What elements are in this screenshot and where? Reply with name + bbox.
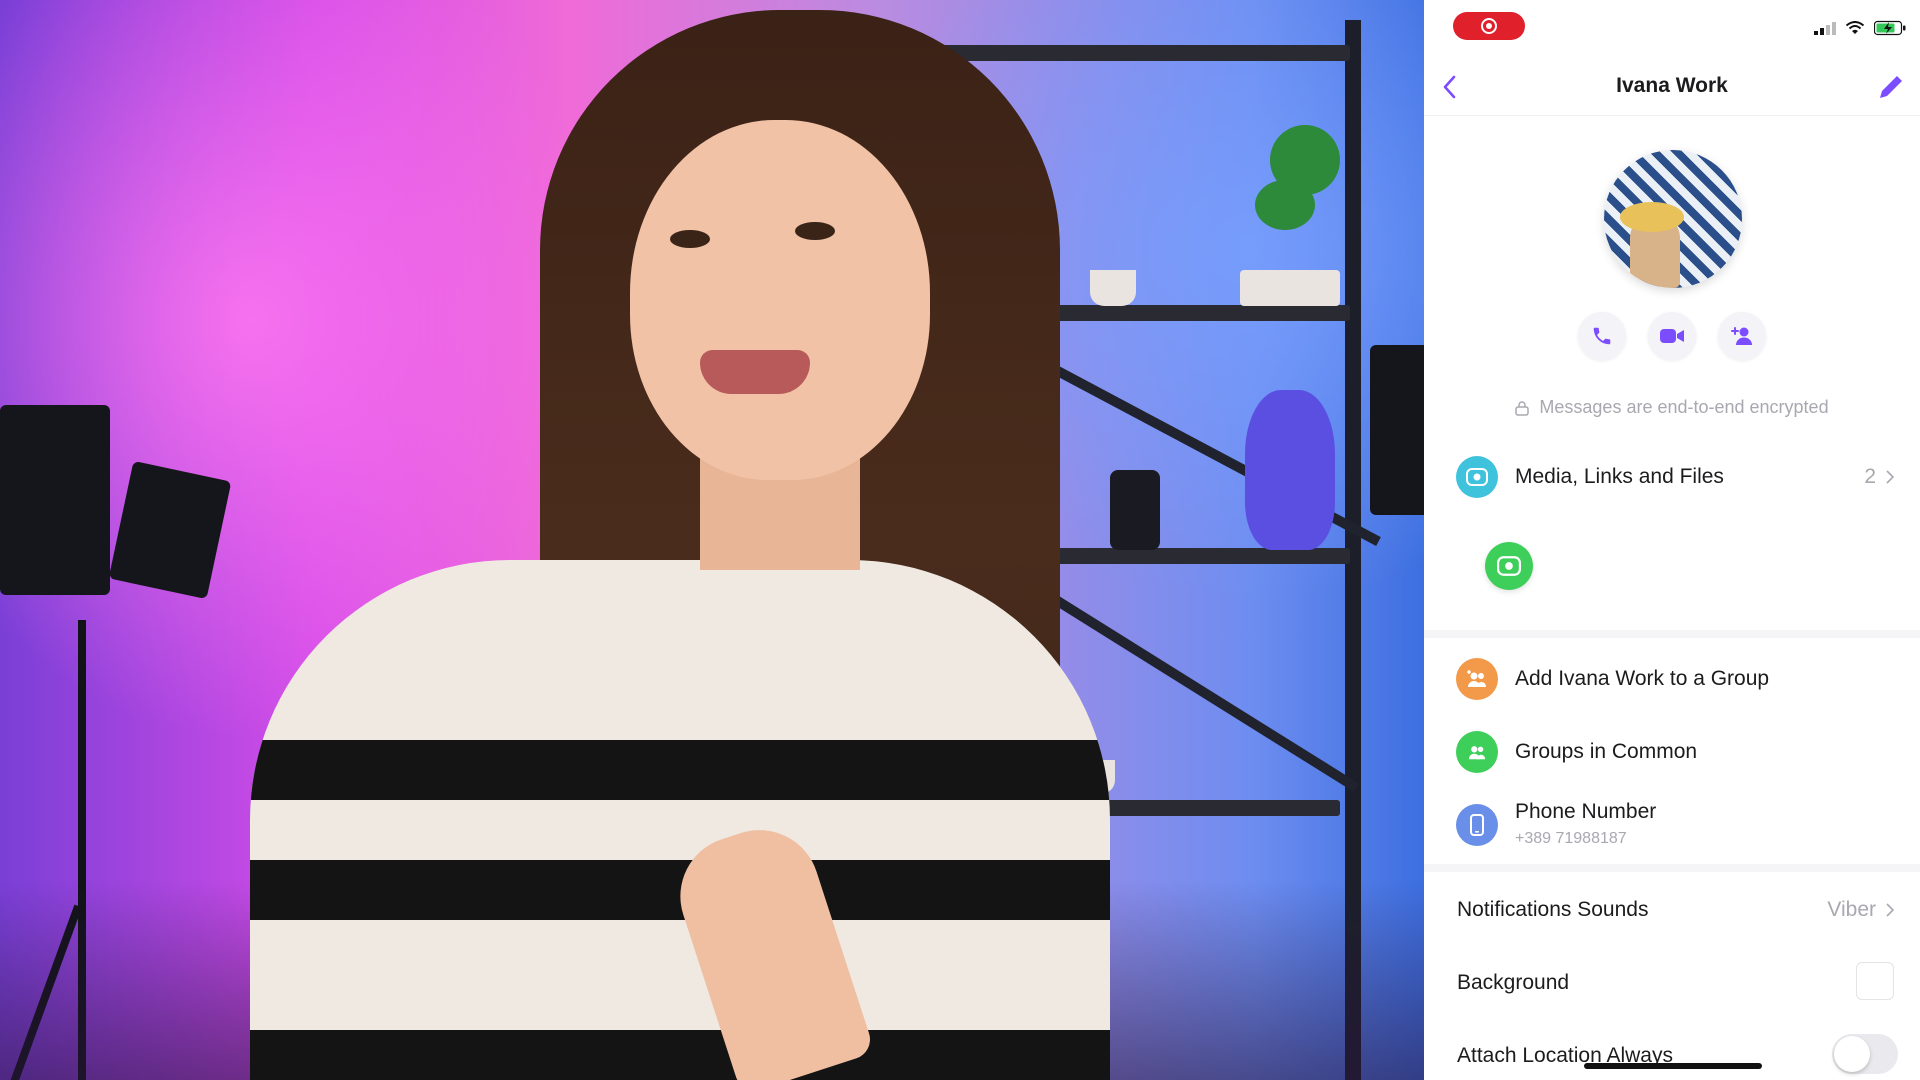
plant	[1255, 180, 1315, 230]
add-group-icon	[1456, 658, 1498, 700]
bunny-figurine	[1245, 390, 1335, 550]
cellular-signal-icon	[1814, 22, 1836, 35]
softbox-light	[108, 460, 232, 600]
plant-pot	[1240, 270, 1340, 306]
phone-number-value: +389 71988187	[1515, 830, 1627, 847]
contact-name-title: Ivana Work	[1616, 74, 1728, 97]
toggle-knob	[1834, 1036, 1870, 1072]
media-count-value: 2	[1864, 465, 1876, 488]
contact-avatar[interactable]	[1604, 150, 1742, 288]
mobile-phone-icon	[1456, 804, 1498, 846]
groups-in-common-row[interactable]: Groups in Common	[1424, 727, 1920, 777]
add-to-group-label: Add Ivana Work to a Group	[1515, 667, 1770, 690]
phone-number-row[interactable]: Phone Number +389 71988187	[1424, 798, 1920, 854]
notifications-sounds-value: Viber	[1827, 898, 1894, 922]
phone-icon	[1593, 327, 1611, 345]
media-links-files-row[interactable]: Media, Links and Files 2	[1424, 452, 1920, 502]
notifications-sounds-row[interactable]: Notifications Sounds Viber	[1424, 892, 1920, 928]
encryption-notice: Messages are end-to-end encrypted	[1424, 397, 1920, 418]
plant-pot	[1090, 270, 1136, 306]
presenter-face	[630, 120, 930, 480]
pencil-icon	[1880, 76, 1902, 98]
media-thumbnail[interactable]	[1485, 542, 1533, 590]
sweater-stripe	[250, 1030, 1110, 1080]
groups-icon	[1456, 731, 1498, 773]
add-to-group-row[interactable]: Add Ivana Work to a Group	[1424, 654, 1920, 704]
notifications-sound-name: Viber	[1827, 898, 1876, 921]
media-links-files-label: Media, Links and Files	[1515, 465, 1724, 488]
presenter-sweater	[250, 560, 1110, 1080]
sweater-stripe	[250, 740, 1110, 800]
video-background	[0, 0, 1424, 1080]
system-icons	[1814, 20, 1906, 36]
record-icon	[1481, 18, 1497, 34]
battery-charging-icon	[1874, 20, 1906, 36]
presenter-eye	[795, 222, 835, 240]
status-bar	[1424, 0, 1920, 52]
viber-contact-info-screen: Ivana Work Messages are end-to-end encry…	[1424, 0, 1920, 1080]
lock-icon	[1515, 400, 1530, 416]
chevron-right-icon	[1886, 470, 1894, 484]
jar	[1110, 470, 1160, 550]
presenter-mouth	[700, 350, 810, 394]
navigation-bar: Ivana Work	[1424, 60, 1920, 116]
ring-light	[1370, 345, 1424, 515]
chevron-right-icon	[1886, 903, 1894, 917]
home-indicator[interactable]	[1584, 1063, 1762, 1069]
edit-button[interactable]	[1874, 70, 1908, 104]
video-call-button[interactable]	[1648, 312, 1696, 360]
section-divider	[1424, 630, 1920, 638]
video-camera-icon	[1660, 329, 1684, 343]
gallery-icon	[1456, 456, 1498, 498]
background-label: Background	[1457, 971, 1570, 994]
softbox-light	[0, 405, 110, 595]
section-divider	[1424, 864, 1920, 872]
add-contact-button[interactable]	[1718, 312, 1766, 360]
encryption-text: Messages are end-to-end encrypted	[1539, 397, 1829, 417]
screen-recording-indicator[interactable]	[1453, 12, 1525, 40]
voice-call-button[interactable]	[1578, 312, 1626, 360]
quick-actions	[1424, 312, 1920, 360]
notifications-sounds-label: Notifications Sounds	[1457, 898, 1649, 921]
wifi-icon	[1845, 21, 1865, 34]
groups-in-common-label: Groups in Common	[1515, 740, 1698, 763]
gallery-icon	[1497, 556, 1521, 576]
phone-number-label: Phone Number	[1515, 800, 1657, 823]
add-person-icon	[1731, 327, 1752, 345]
media-count: 2	[1864, 465, 1894, 489]
background-row[interactable]: Background	[1424, 965, 1920, 1001]
attach-location-toggle[interactable]	[1832, 1034, 1898, 1074]
background-preview[interactable]	[1856, 962, 1894, 1000]
avatar-hat	[1620, 202, 1684, 232]
presenter-eye	[670, 230, 710, 248]
